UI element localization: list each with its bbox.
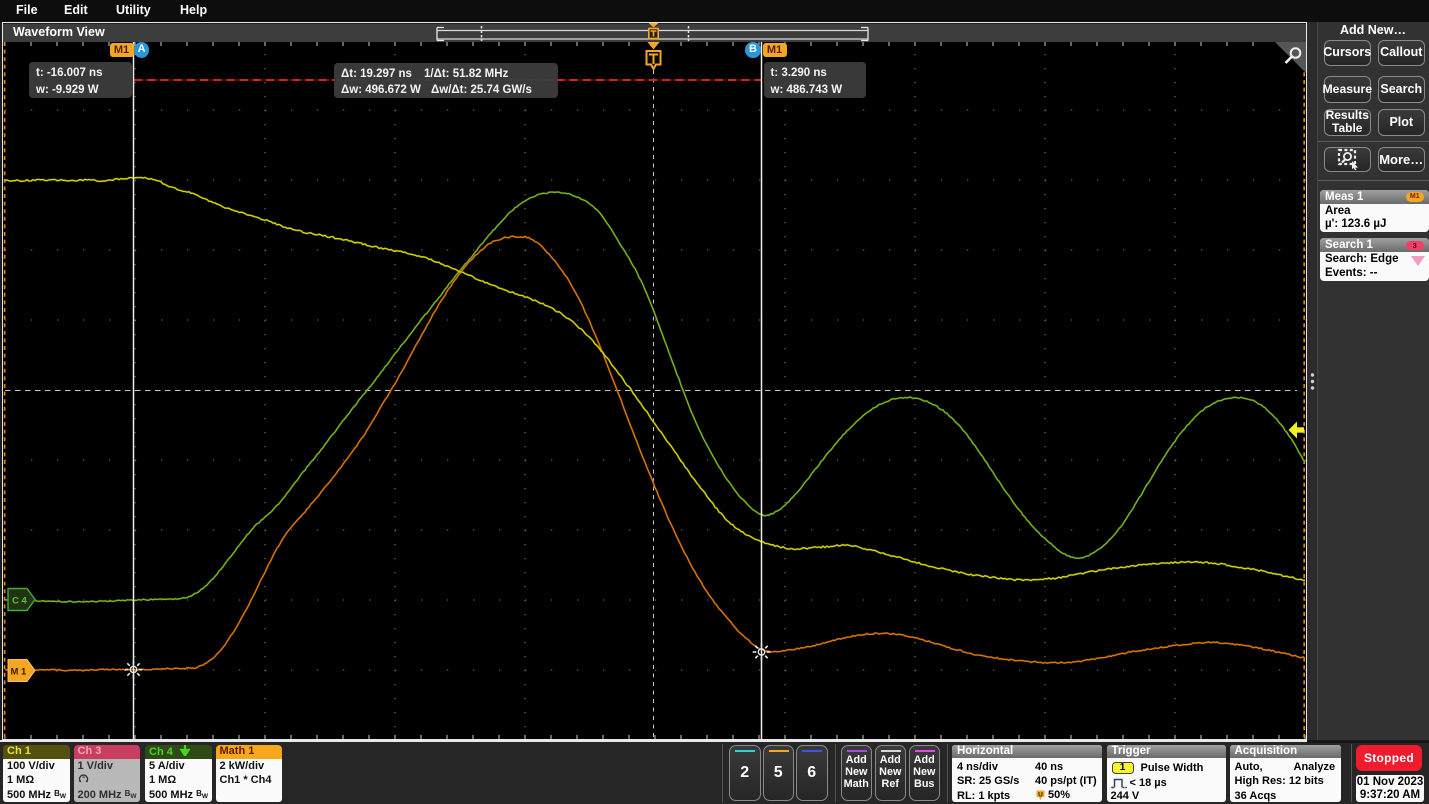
svg-text:U: U [1038, 791, 1043, 798]
